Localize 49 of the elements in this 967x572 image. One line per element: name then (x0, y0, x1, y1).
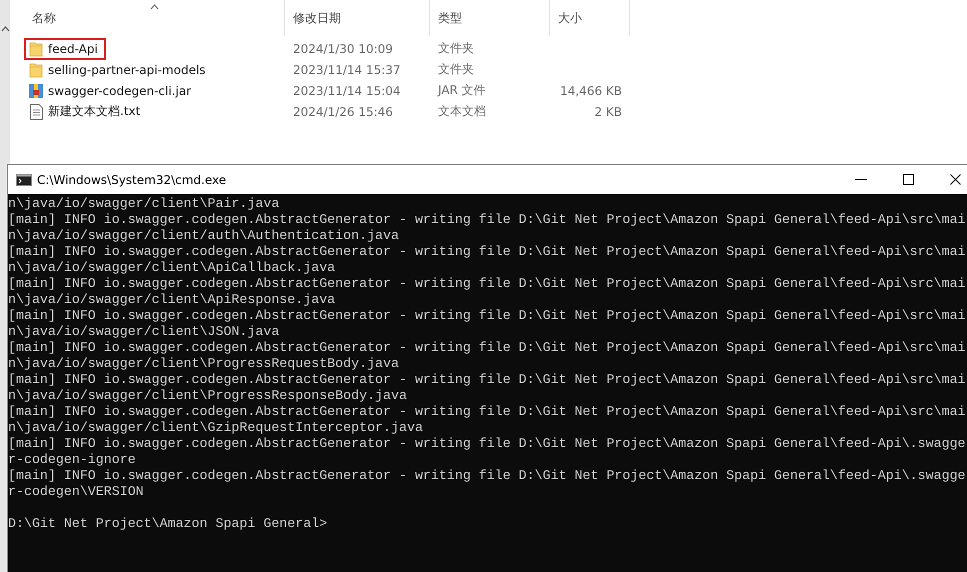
archive-icon (28, 82, 44, 98)
console-line: n\java/io/swagger/client\Pair.java (8, 196, 280, 212)
command-prompt: D:\Git Net Project\Amazon Spapi General> (8, 516, 328, 532)
file-type: JAR 文件 (438, 83, 486, 97)
sort-caret-icon (150, 4, 159, 10)
console-line: r-codegen\VERSION (8, 484, 145, 500)
file-size: 14,466 KB (560, 84, 622, 98)
console-line: n\java/io/swagger/client\ApiResponse.java (8, 292, 336, 308)
console-line: [main] INFO io.swagger.codegen.AbstractGenerator - writing file D:\Git Net Project\Amazon Spapi General\feed-Api\src\mai (8, 276, 967, 292)
file-name[interactable]: 新建文本文档.txt (48, 103, 140, 120)
file-name[interactable]: feed-Api (48, 42, 98, 56)
column-header[interactable]: 修改日期 (285, 0, 430, 36)
console-line: [main] INFO io.swagger.codegen.AbstractGenerator - writing file D:\Git Net Project\Amazon Spapi General\feed-Api\.swagge (8, 468, 967, 484)
file-name[interactable]: swagger-codegen-cli.jar (48, 84, 192, 98)
column-header[interactable]: 类型 (430, 0, 550, 36)
file-name[interactable]: selling-partner-api-models (48, 62, 206, 76)
folder-icon (28, 62, 44, 78)
console-line: [main] INFO io.swagger.codegen.AbstractGenerator - writing file D:\Git Net Project\Amazon Spapi General\feed-Api\src\mai (8, 372, 967, 388)
console-line: n\java/io/swagger/client\ProgressRequestBody.java (8, 356, 400, 372)
console-line: [main] INFO io.swagger.codegen.AbstractGenerator - writing file D:\Git Net Project\Amazon Spapi General\feed-Api\src\mai (8, 308, 967, 324)
console-line: n\java/io/swagger/client/auth\Authentication.java (8, 228, 400, 244)
column-header[interactable]: 名称 (24, 0, 285, 36)
minimize-icon[interactable] (855, 178, 867, 180)
maximize-icon[interactable] (903, 174, 914, 185)
scroll-up-icon[interactable] (0, 26, 10, 32)
console-line: [main] INFO io.swagger.codegen.AbstractGenerator - writing file D:\Git Net Project\Amazon Spapi General\feed-Api\src\mai (8, 340, 967, 356)
file-type: 文本文档 (438, 104, 486, 118)
file-size: 2 KB (594, 104, 622, 118)
console-line: [main] INFO io.swagger.codegen.AbstractGenerator - writing file D:\Git Net Project\Amazon Spapi General\feed-Api\src\mai (8, 244, 967, 260)
console-line: n\java/io/swagger/client\GzipRequestInterceptor.java (8, 420, 424, 436)
close-icon[interactable] (950, 174, 961, 185)
document-icon (28, 104, 44, 120)
console-line: n\java/io/swagger/client\JSON.java (8, 324, 280, 340)
terminal-icon (16, 174, 32, 186)
console-line: n\java/io/swagger/client\ProgressResponseBody.java (8, 388, 408, 404)
console-line: n\java/io/swagger/client\ApiCallback.java (8, 260, 336, 276)
console-line: r-codegen-ignore (8, 452, 137, 468)
file-type: 文件夹 (438, 62, 474, 76)
modified-date: 2024/1/26 15:46 (293, 104, 393, 118)
folder-icon (28, 40, 44, 56)
modified-date: 2023/11/14 15:37 (293, 62, 401, 76)
file-type: 文件夹 (438, 41, 474, 55)
window-title: C:\Windows\System32\cmd.exe (37, 172, 228, 186)
modified-date: 2024/1/30 10:09 (293, 42, 393, 56)
console-line: [main] INFO io.swagger.codegen.AbstractGenerator - writing file D:\Git Net Project\Amazon Spapi General\feed-Api\.swagge (8, 436, 967, 452)
column-header[interactable]: 大小 (550, 0, 630, 36)
console-line: [main] INFO io.swagger.codegen.AbstractGenerator - writing file D:\Git Net Project\Amazon Spapi General\feed-Api\src\mai (8, 404, 967, 420)
modified-date: 2023/11/14 15:04 (293, 84, 401, 98)
console-line: [main] INFO io.swagger.codegen.AbstractGenerator - writing file D:\Git Net Project\Amazon Spapi General\feed-Api\src\mai (8, 212, 967, 228)
